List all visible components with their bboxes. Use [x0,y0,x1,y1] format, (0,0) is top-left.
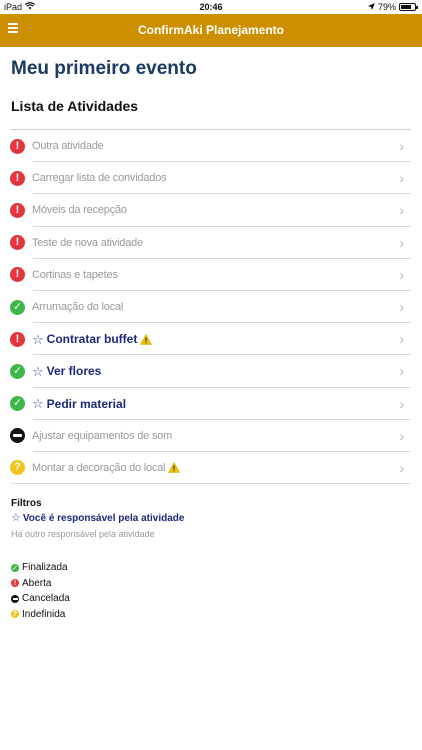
star-outline-icon: ☆ [32,331,44,347]
chevron-right-icon: › [399,459,404,476]
location-arrow-icon [367,2,375,12]
battery-percent: 79% [377,2,396,12]
activity-label: Teste de nova atividade [32,237,143,249]
activity-list: ! Outra atividade ›! Carregar lista de conv… [0,130,422,485]
activity-label: Outra atividade [32,140,104,152]
filter-mine[interactable]: ☆ Você é responsável pela atividade [11,512,185,525]
status-right: 79% [367,2,418,12]
chevron-right-icon: › [399,202,404,219]
activity-row[interactable]: ! ☆ Contratar buffet › [0,323,422,356]
legend-item-done: ✓ Finalizada [11,560,70,576]
activity-label: Ajustar equipamentos de som [32,430,172,442]
page-title: Meu primeiro evento [11,58,197,79]
activity-row[interactable]: ! Móveis da recepção › [0,194,422,227]
check-circle-icon: ✓ [10,299,25,315]
activity-label-text: Pedir material [46,396,127,411]
star-outline-icon: ☆ [32,363,44,379]
activity-row[interactable]: ✓ ☆ Ver flores › [0,355,422,388]
legend-label-cancel: Cancelada [22,593,70,605]
chevron-right-icon: › [399,395,404,412]
status-bar: iPad 20:46 79% [0,0,422,14]
legend-item-cancel: Cancelada [11,591,70,607]
legend-item-open: ! Aberta [11,576,70,592]
activity-row[interactable]: ! Outra atividade › [0,130,422,163]
chevron-right-icon: › [399,170,404,187]
filters-title: Filtros [11,498,42,509]
question-circle-icon: ? [10,460,25,476]
exclamation-circle-icon: ! [10,267,25,283]
exclamation-circle-icon: ! [10,202,25,218]
legend-label-done: Finalizada [22,562,68,574]
check-circle-icon: ✓ [10,396,25,412]
activity-label-text: Montar a decoração do local [32,461,166,474]
chevron-right-icon: › [399,331,404,348]
navigation-bar: ConfirmAki Planejamento [0,14,422,47]
chevron-right-icon: › [399,427,404,444]
legend-label-unknown: Indefinida [22,608,66,620]
chevron-right-icon: › [399,138,404,155]
activity-label-text: Carregar lista de convidados [32,172,167,185]
activity-label-text: Móveis da recepção [32,204,127,217]
exclamation-circle-icon: ! [10,170,25,186]
filter-other[interactable]: Há outro responsável pela atividade [11,529,155,539]
chevron-right-icon: › [399,234,404,251]
activity-row[interactable]: ✓ Arrumação do local › [0,291,422,324]
activity-label: ☆ Ver flores [32,364,101,378]
app-title: ConfirmAki Planejamento [137,23,285,37]
activity-label-text: Outra atividade [32,140,104,153]
question-circle-icon: ? [11,610,19,619]
battery-icon [399,3,418,11]
activity-label-text: Teste de nova atividade [32,236,143,249]
minus-circle-icon [10,428,25,444]
status-time: 20:46 [199,2,223,12]
activity-row[interactable]: Ajustar equipamentos de som › [0,420,422,453]
activity-label-text: Contratar buffet [46,332,138,347]
legend-label-open: Aberta [22,577,52,589]
activity-label-text: Arrumação do local [32,301,124,314]
activity-row[interactable]: ! Teste de nova atividade › [0,227,422,259]
star-outline-icon: ☆ [11,512,21,524]
exclamation-circle-icon: ! [10,138,25,154]
minus-circle-icon [11,594,19,603]
activity-label: Arrumação do local [32,301,123,313]
filter-mine-label: Você é responsável pela atividade [22,513,185,524]
chevron-right-icon: › [399,363,404,380]
battery-fill [401,5,412,9]
exclamation-circle-icon: ! [11,579,19,588]
warning-icon [168,462,181,474]
activity-row[interactable]: ? Montar a decoração do local › [0,452,422,485]
legend-item-unknown: ? Indefinida [11,607,70,623]
star-outline-icon: ☆ [32,396,44,412]
activity-label-text: Ajustar equipamentos de som [32,429,173,442]
exclamation-circle-icon: ! [10,235,25,251]
activity-label-text: Ver flores [46,364,102,379]
activity-label: Cortinas e tapetes [32,269,118,281]
check-circle-icon: ✓ [11,563,19,572]
activity-label-text: Cortinas e tapetes [32,268,118,281]
check-circle-icon: ✓ [10,363,25,379]
chevron-right-icon: › [399,266,404,283]
activity-label: ☆ Pedir material [32,397,126,411]
chevron-right-icon: › [399,299,404,316]
status-legend: ✓ Finalizada ! Aberta Cancelada ? Indefi… [11,560,70,622]
activity-label: Carregar lista de convidados [32,172,167,185]
exclamation-circle-icon: ! [10,331,25,347]
warning-icon [140,333,153,345]
activity-label: ☆ Contratar buffet [32,331,153,347]
activity-row[interactable]: ! Cortinas e tapetes › [0,259,422,292]
section-title: Lista de Atividades [11,98,139,114]
activity-label: Móveis da recepção [32,204,127,216]
activity-row[interactable]: ! Carregar lista de convidados › [0,162,422,195]
activity-label: Montar a decoração do local [32,461,181,474]
activity-row[interactable]: ✓ ☆ Pedir material › [0,388,422,420]
